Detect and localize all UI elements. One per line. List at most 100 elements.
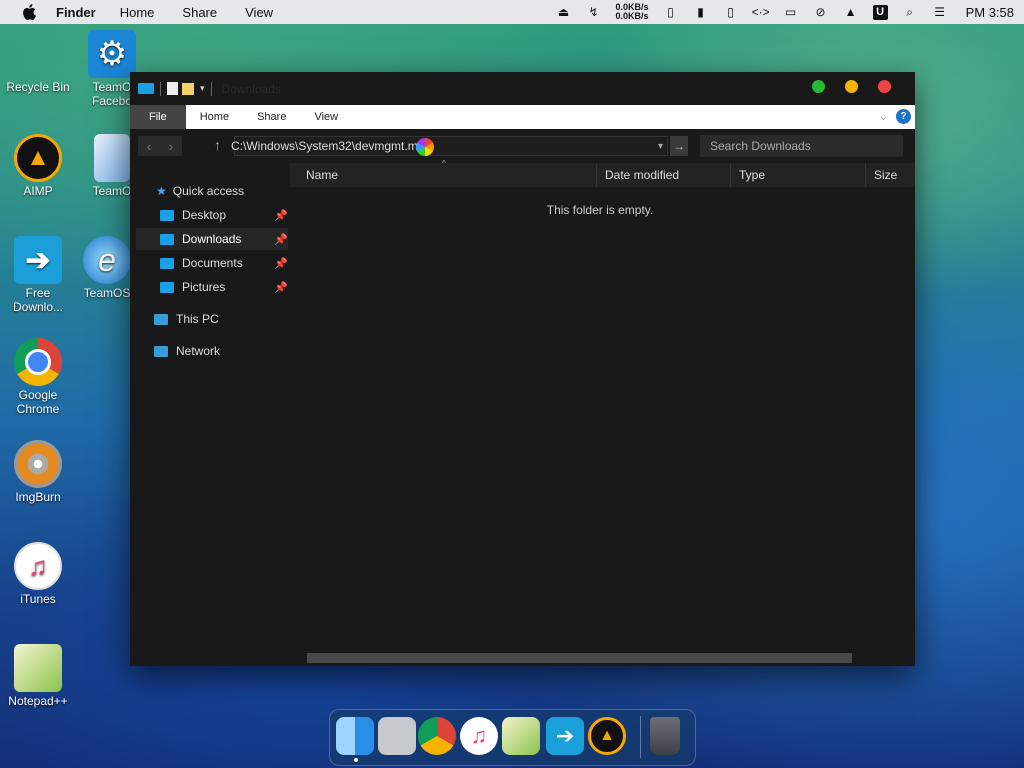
code-icon[interactable]: <·> — [752, 4, 770, 20]
search-icon[interactable]: ⌕ — [902, 4, 918, 20]
cpu-icon[interactable]: ▯ — [723, 4, 739, 20]
download-arrow-icon[interactable]: ➔ — [546, 717, 584, 755]
expand-ribbon-icon[interactable]: ⌄ — [879, 110, 888, 123]
desktop-icon-notepad-plus-plus[interactable]: Notepad++ — [0, 644, 80, 708]
network-icon — [154, 345, 168, 357]
sidebar-item-pictures[interactable]: Pictures 📌 — [160, 276, 288, 298]
sidebar-item-desktop[interactable]: Desktop 📌 — [160, 204, 288, 226]
window-title: Downloads — [221, 81, 281, 96]
chrome-icon[interactable] — [418, 717, 456, 755]
internet-explorer-icon: e — [83, 236, 131, 284]
new-folder-icon[interactable] — [182, 82, 194, 95]
desktop-icon-imgburn[interactable]: ImgBurn — [0, 440, 80, 504]
u-app-icon[interactable]: U — [872, 4, 888, 20]
search-input[interactable]: Search Downloads — [700, 135, 903, 157]
desktop-icon-aimp[interactable]: ▲ AIMP — [0, 134, 80, 198]
column-date-modified[interactable]: Date modified — [597, 163, 731, 187]
sync-icon[interactable]: ↯ — [586, 4, 602, 20]
sidebar-item-network[interactable]: Network — [154, 340, 220, 362]
desktop-icon-recycle-bin[interactable]: Recycle Bin — [0, 30, 80, 94]
wifi-off-icon[interactable]: ⊘ — [813, 4, 829, 20]
forward-button[interactable]: › — [160, 136, 182, 156]
menu-home[interactable]: Home — [120, 5, 155, 20]
clock[interactable]: PM 3:58 — [966, 5, 1014, 20]
pin-icon[interactable]: 📌 — [274, 233, 288, 246]
itunes-icon[interactable]: ♫ — [460, 717, 498, 755]
busy-cursor-icon — [416, 138, 434, 156]
tab-file[interactable]: File — [130, 105, 186, 129]
display-icon[interactable]: ▭ — [783, 4, 799, 20]
desktop-icon-itunes[interactable]: ♫ iTunes — [0, 542, 80, 606]
eject-icon[interactable]: ⏏ — [556, 4, 572, 20]
desktop-icon-free-download[interactable]: ➔ Free Downlo... — [0, 236, 80, 314]
maximize-button[interactable] — [812, 80, 825, 93]
address-text: C:\Windows\System32\devmgmt.msc — [231, 139, 430, 153]
search-placeholder: Search Downloads — [710, 139, 811, 153]
menu-app-name[interactable]: Finder — [56, 5, 96, 20]
help-button[interactable]: ? — [896, 109, 911, 124]
column-type[interactable]: Type — [731, 163, 866, 187]
running-indicator — [354, 758, 358, 762]
memory-icon[interactable]: ▮ — [693, 4, 709, 20]
downloads-folder-icon — [160, 233, 174, 245]
menu-share[interactable]: Share — [182, 5, 217, 20]
back-button[interactable]: ‹ — [138, 136, 160, 156]
desktop-icon-google-chrome[interactable]: Google Chrome — [0, 338, 80, 416]
aimp-icon[interactable]: ▲ — [588, 717, 626, 755]
title-bar[interactable]: ▾ Downloads — [130, 72, 915, 105]
ribbon: File Home Share View ⌄ ? — [130, 105, 915, 129]
recycle-bin-icon — [14, 30, 62, 78]
chevron-down-icon[interactable]: ▾ — [200, 83, 205, 94]
notepad-plus-plus-icon[interactable] — [502, 717, 540, 755]
apple-icon[interactable] — [22, 4, 36, 20]
control-center-icon[interactable]: ☰ — [932, 4, 948, 20]
finder-icon[interactable] — [336, 717, 374, 755]
tab-home[interactable]: Home — [186, 105, 243, 129]
column-headers: ^ Name Date modified Type Size — [290, 159, 915, 187]
sidebar-item-documents[interactable]: Documents 📌 — [160, 252, 288, 274]
close-button[interactable] — [878, 80, 891, 93]
net-down-value: 0.0KB/s — [615, 11, 649, 21]
desktop-icon-label: Recycle Bin — [6, 80, 70, 94]
address-bar[interactable]: C:\Windows\System32\devmgmt.msc ▾ — [231, 136, 668, 156]
sidebar-item-label: Documents — [182, 256, 243, 270]
desktop-folder-icon — [160, 209, 174, 221]
explorer-window: ▾ Downloads File Home Share View ⌄ ? ‹ ›… — [130, 72, 915, 666]
pin-icon[interactable]: 📌 — [274, 257, 288, 270]
launchpad-icon[interactable] — [378, 717, 416, 755]
pin-icon[interactable]: 📌 — [274, 209, 288, 222]
chrome-icon — [14, 338, 62, 386]
battery-icon[interactable]: ▯ — [663, 4, 679, 20]
sidebar-item-quick-access[interactable]: ★ Quick access — [156, 180, 244, 202]
tab-view[interactable]: View — [300, 105, 352, 129]
menu-view[interactable]: View — [245, 5, 273, 20]
sort-arrow-icon: ^ — [442, 159, 446, 168]
documents-folder-icon — [160, 257, 174, 269]
trash-icon[interactable] — [650, 717, 680, 755]
pin-icon[interactable]: 📌 — [274, 281, 288, 294]
dock-divider — [640, 716, 641, 758]
properties-icon[interactable] — [167, 82, 178, 95]
itunes-icon: ♫ — [14, 542, 62, 590]
sidebar-item-downloads[interactable]: Downloads 📌 — [136, 228, 288, 250]
horizontal-scrollbar[interactable] — [307, 653, 852, 663]
column-size[interactable]: Size — [866, 163, 915, 187]
network-speed[interactable]: 0.0KB/s 0.0KB/s — [616, 3, 649, 21]
chevron-down-icon[interactable]: ▾ — [658, 141, 663, 152]
dock: ♫ ➔ ▲ — [329, 709, 696, 766]
computer-icon — [154, 313, 168, 325]
folder-icon — [138, 83, 154, 94]
go-button[interactable]: → — [670, 136, 688, 156]
disc-flame-icon — [14, 440, 62, 488]
minimize-button[interactable] — [845, 80, 858, 93]
star-icon: ★ — [156, 184, 167, 198]
desktop-icon-label: AIMP — [23, 184, 53, 198]
sidebar-item-label: This PC — [176, 312, 219, 326]
desktop-icon-label: iTunes — [20, 592, 56, 606]
navigation-bar: ‹ › ↑ C:\Windows\System32\devmgmt.msc ▾ … — [130, 129, 915, 163]
sidebar-item-this-pc[interactable]: This PC — [154, 308, 219, 330]
menu-bar: Finder Home Share View ⏏ ↯ 0.0KB/s 0.0KB… — [0, 0, 1024, 24]
tab-share[interactable]: Share — [243, 105, 300, 129]
upload-icon[interactable]: ▲ — [843, 4, 859, 20]
up-arrow-icon[interactable]: ↑ — [214, 137, 221, 153]
